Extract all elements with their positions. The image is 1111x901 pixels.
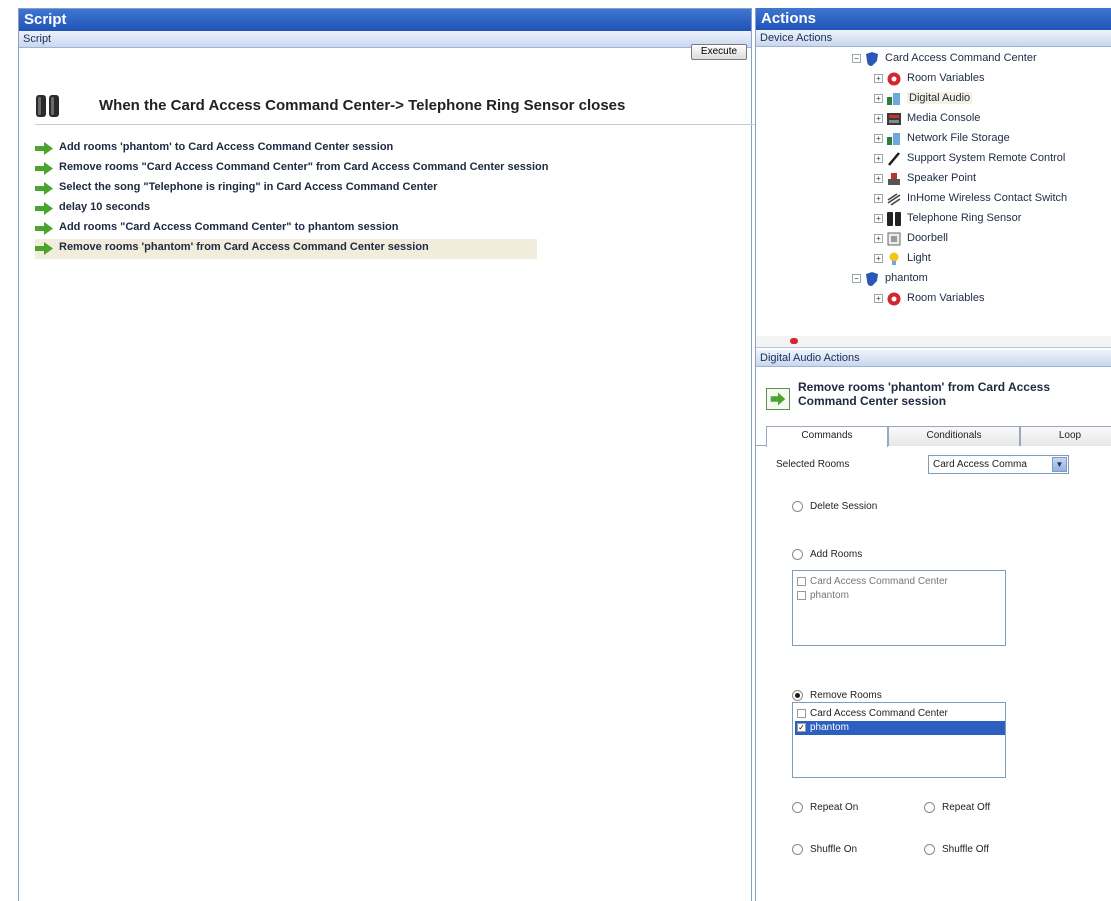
add-rooms-list[interactable]: Card Access Command Center phantom [792, 570, 1006, 646]
script-step[interactable]: delay 10 seconds [35, 199, 555, 219]
device-tree: − Card Access Command Center + Room Vari… [756, 48, 1111, 348]
expand-icon[interactable]: + [874, 234, 883, 243]
expand-icon[interactable]: + [874, 114, 883, 123]
device-actions-header: Device Actions [756, 30, 1111, 47]
script-step-text: delay 10 seconds [59, 201, 151, 213]
remote-control-icon [888, 152, 900, 166]
chevron-down-icon[interactable]: ▼ [1052, 457, 1067, 472]
script-step-text: Remove rooms "Card Access Command Center… [59, 161, 549, 173]
trigger-text: When the Card Access Command Center-> Te… [99, 97, 626, 114]
list-item[interactable]: Card Access Command Center [795, 575, 1005, 589]
repeat-on-radio[interactable] [792, 802, 803, 813]
list-item-selected[interactable]: ✓ phantom [795, 721, 1005, 735]
action-arrow-icon [35, 182, 53, 195]
repeat-off-label: Repeat Off [942, 802, 991, 813]
delete-session-label: Delete Session [810, 501, 878, 512]
room-variables-icon [887, 72, 901, 86]
script-step-text: Add rooms 'phantom' to Card Access Comma… [59, 141, 394, 153]
room-variables-icon [790, 338, 798, 344]
tab-loop[interactable]: Loop [1020, 426, 1111, 446]
selected-rooms-value: Card Access Comma [933, 459, 1027, 470]
remove-rooms-radio[interactable] [792, 690, 803, 701]
shuffle-on-radio[interactable] [792, 844, 803, 855]
script-step-list: Add rooms 'phantom' to Card Access Comma… [35, 139, 555, 259]
script-step-selected[interactable]: Remove rooms 'phantom' from Card Access … [35, 239, 537, 259]
expand-icon[interactable]: + [874, 94, 883, 103]
checkbox-checked[interactable]: ✓ [797, 723, 806, 732]
shuffle-off-radio[interactable] [924, 844, 935, 855]
expand-icon[interactable]: + [874, 174, 883, 183]
expand-icon[interactable]: + [874, 154, 883, 163]
actions-panel-title: Actions [756, 8, 1111, 30]
add-rooms-radio[interactable] [792, 549, 803, 560]
wireless-switch-icon [887, 193, 901, 206]
selected-action: Remove rooms 'phantom' from Card Access … [766, 380, 1106, 424]
media-console-icon [887, 113, 901, 125]
action-arrow-icon [35, 162, 53, 175]
digital-audio-icon [887, 93, 900, 105]
actions-panel: Actions Device Actions − Card Access Com… [755, 8, 1111, 901]
execute-button[interactable]: Execute [691, 44, 747, 60]
device-shield-icon [866, 272, 878, 286]
expand-icon[interactable]: + [874, 74, 883, 83]
action-arrow-icon [35, 142, 53, 155]
expand-icon[interactable]: + [874, 134, 883, 143]
collapse-icon[interactable]: − [852, 274, 861, 283]
selected-rooms-label: Selected Rooms [776, 459, 850, 470]
script-subheader: Script [19, 31, 751, 48]
expand-icon[interactable]: + [874, 294, 883, 303]
script-panel-title: Script [19, 9, 751, 31]
speaker-icon [888, 173, 900, 185]
add-rooms-label: Add Rooms [810, 549, 863, 560]
script-step[interactable]: Add rooms 'phantom' to Card Access Comma… [35, 139, 555, 159]
delete-session-radio[interactable] [792, 501, 803, 512]
shuffle-off-label: Shuffle Off [942, 844, 989, 855]
selected-action-text: Remove rooms 'phantom' from Card Access … [798, 380, 1050, 408]
remove-rooms-label: Remove Rooms [810, 690, 882, 701]
script-trigger[interactable]: When the Card Access Command Center-> Te… [35, 93, 755, 125]
script-step[interactable]: Add rooms "Card Access Command Center" t… [35, 219, 555, 239]
checkbox[interactable] [797, 709, 806, 718]
action-arrow-icon [766, 388, 790, 410]
panel-splitter[interactable] [756, 336, 1111, 348]
telephone-sensor-icon [887, 212, 901, 226]
doorbell-icon [887, 232, 901, 246]
light-icon [889, 252, 899, 265]
expand-icon[interactable]: + [874, 214, 883, 223]
repeat-off-radio[interactable] [924, 802, 935, 813]
network-storage-icon [887, 133, 900, 145]
script-step-text: Add rooms "Card Access Command Center" t… [59, 221, 399, 233]
action-arrow-icon [35, 222, 53, 235]
script-panel: Script Script Execute When the Card Acce… [18, 8, 755, 901]
script-step[interactable]: Remove rooms "Card Access Command Center… [35, 159, 555, 179]
remove-rooms-list[interactable]: Card Access Command Center ✓ phantom [792, 702, 1006, 778]
shuffle-on-label: Shuffle On [810, 844, 858, 855]
script-step-text: Select the song "Telephone is ringing" i… [59, 181, 438, 193]
expand-icon[interactable]: + [874, 194, 883, 203]
script-step[interactable]: Select the song "Telephone is ringing" i… [35, 179, 555, 199]
action-arrow-icon [35, 202, 53, 215]
sensor-icon [36, 95, 59, 117]
repeat-on-label: Repeat On [810, 802, 859, 813]
room-variables-icon [887, 292, 901, 306]
tab-commands[interactable]: Commands [766, 426, 888, 447]
device-shield-icon [866, 52, 878, 66]
list-item[interactable]: phantom [795, 589, 1005, 603]
checkbox[interactable] [797, 591, 806, 600]
action-arrow-icon [35, 242, 53, 255]
action-tabs: Commands Conditionals Loop [756, 424, 1111, 447]
selected-rooms-dropdown[interactable]: Card Access Comma ▼ [928, 455, 1069, 474]
script-step-text: Remove rooms 'phantom' from Card Access … [59, 241, 429, 253]
digital-audio-actions-header: Digital Audio Actions [756, 350, 1111, 367]
list-item[interactable]: Card Access Command Center [795, 707, 1005, 721]
tab-conditionals[interactable]: Conditionals [888, 426, 1020, 446]
expand-icon[interactable]: + [874, 254, 883, 263]
checkbox[interactable] [797, 577, 806, 586]
collapse-icon[interactable]: − [852, 54, 861, 63]
